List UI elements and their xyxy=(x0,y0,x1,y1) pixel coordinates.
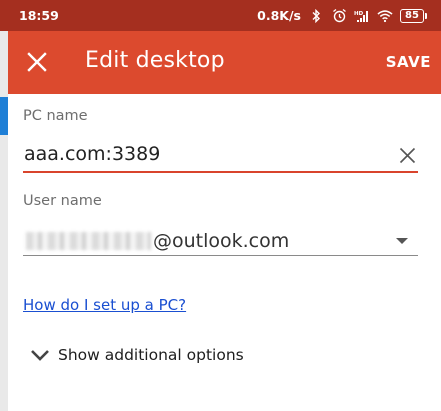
user-name-value: @outlook.com xyxy=(26,230,289,252)
wifi-icon xyxy=(377,8,393,24)
alarm-icon xyxy=(331,8,347,24)
user-name-dropdown[interactable]: @outlook.com xyxy=(23,226,418,256)
user-name-underline xyxy=(23,255,418,256)
pc-name-label: PC name xyxy=(23,108,88,124)
status-time: 18:59 xyxy=(19,8,59,23)
background-accent xyxy=(0,97,8,135)
bluetooth-icon xyxy=(308,8,324,24)
clear-icon[interactable] xyxy=(399,147,416,164)
user-name-label: User name xyxy=(23,193,102,209)
status-icons: 0.8K/s HD 85 xyxy=(257,8,427,24)
hd-signal-icon: HD xyxy=(354,8,370,24)
user-name-domain: @outlook.com xyxy=(153,230,290,252)
dialog-toolbar: Edit desktop SAVE xyxy=(8,31,441,94)
dialog-body: PC name User name @outlook.com How do I … xyxy=(8,94,441,411)
show-additional-options-toggle[interactable]: Show additional options xyxy=(30,346,244,364)
battery-level: 85 xyxy=(400,8,424,23)
dialog-title: Edit desktop xyxy=(85,48,225,73)
save-button[interactable]: SAVE xyxy=(386,53,431,71)
setup-help-link[interactable]: How do I set up a PC? xyxy=(23,296,186,314)
pc-name-underline xyxy=(23,171,418,173)
additional-options-label: Show additional options xyxy=(58,346,244,364)
chevron-down-icon[interactable] xyxy=(396,238,408,244)
svg-text:HD: HD xyxy=(354,11,364,17)
close-icon[interactable] xyxy=(26,51,48,73)
redacted-username xyxy=(26,232,151,250)
network-speed: 0.8K/s xyxy=(257,8,301,23)
battery-icon: 85 xyxy=(400,8,427,23)
pc-name-input[interactable] xyxy=(24,143,399,165)
background-app-edge xyxy=(0,31,8,411)
status-bar: 18:59 0.8K/s HD 85 xyxy=(0,0,441,31)
chevron-down-icon xyxy=(31,350,49,361)
